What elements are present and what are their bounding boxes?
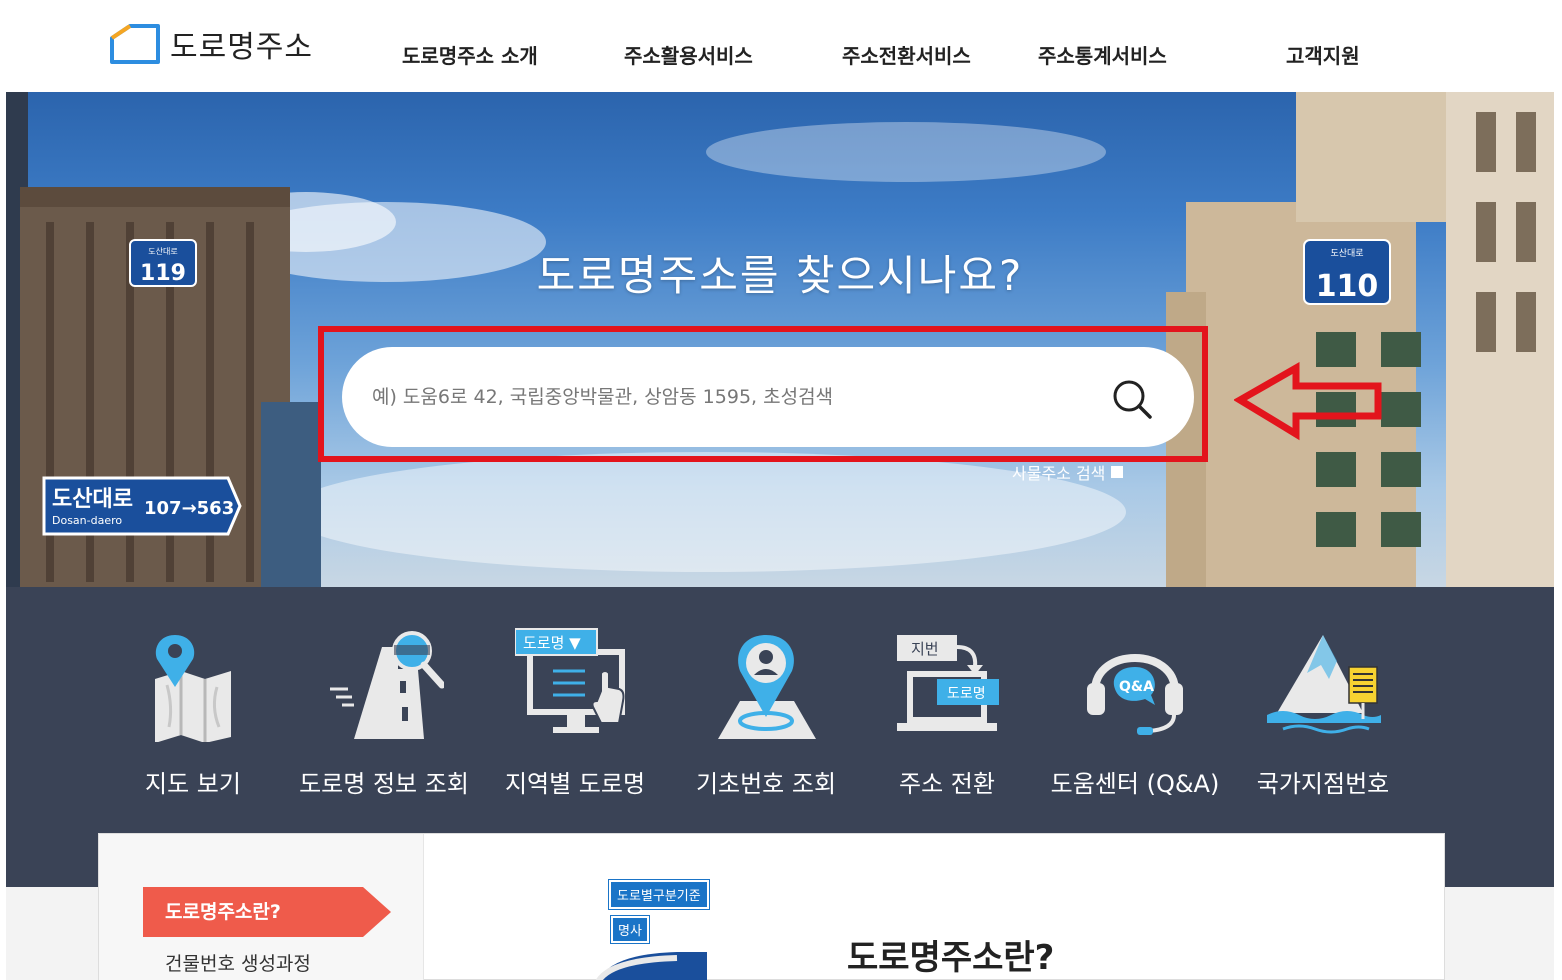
page-root: 도로명주소 도로명주소 소개 주소활용서비스 주소전환서비스 주소통계서비스 고… <box>0 0 1562 980</box>
nav-item-support[interactable]: 고객지원 <box>1286 40 1360 69</box>
svg-text:도로명 ▼: 도로명 ▼ <box>523 634 581 652</box>
svg-text:Q&A: Q&A <box>1119 679 1154 695</box>
address-convert-icon: 지번 도로명 <box>887 627 1007 742</box>
address-search-input[interactable] <box>372 347 1092 447</box>
headset-icon: Q&A <box>1075 627 1195 742</box>
intro-card: 도로명주소란? 건물번호 생성과정 도로별구분기준 명사 도로명주소란? <box>98 833 1445 980</box>
region-road-icon: 도로명 ▼ <box>514 627 635 742</box>
svg-text:도로명: 도로명 <box>947 686 986 702</box>
quick-item-label: 지역별 도로명 <box>504 770 646 798</box>
map-icon <box>133 627 253 743</box>
quick-item-label: 기초번호 조회 <box>695 770 837 798</box>
quick-item-address-conversion[interactable]: 지번 도로명 주소 전환 <box>852 627 1042 799</box>
object-address-search-option[interactable]: 사물주소 검색 <box>1012 460 1124 484</box>
side-tab-what-is-road-address[interactable]: 도로명주소란? <box>143 887 391 937</box>
quick-item-national-point[interactable]: 국가지점번호 <box>1228 627 1418 799</box>
nav-item-address-stats[interactable]: 주소통계서비스 <box>1038 40 1167 69</box>
quick-item-road-info[interactable]: 도로명 정보 조회 <box>289 627 479 799</box>
object-address-search-label: 사물주소 검색 <box>1012 464 1106 483</box>
search-button[interactable] <box>1110 377 1154 421</box>
intro-heading: 도로명주소란? <box>847 938 1055 978</box>
quick-item-label: 지도 보기 <box>145 770 241 798</box>
search-bar <box>342 347 1194 447</box>
quick-item-base-number[interactable]: 기초번호 조회 <box>671 627 861 799</box>
location-pin-icon <box>706 627 826 742</box>
svg-text:107→563: 107→563 <box>144 498 234 519</box>
quick-item-label: 도움센터 (Q&A) <box>1050 770 1220 798</box>
road-division-badge: 도로별구분기준 <box>608 879 710 910</box>
intro-side-menu: 도로명주소란? 건물번호 생성과정 <box>99 834 424 980</box>
road-search-icon <box>324 627 446 742</box>
quick-item-regional-road[interactable]: 도로명 ▼ 지역별 도로명 <box>480 627 670 799</box>
road-name-sign: 도산대로 Dosan-daero 107→563 <box>42 476 242 536</box>
nav-item-address-usage[interactable]: 주소활용서비스 <box>624 40 753 69</box>
quick-item-label: 도로명 정보 조회 <box>299 770 469 798</box>
mountain-icon <box>1263 627 1383 742</box>
side-tab-building-number-process[interactable]: 건물번호 생성과정 <box>165 949 311 976</box>
svg-text:Dosan-daero: Dosan-daero <box>52 514 122 527</box>
search-icon <box>1113 380 1152 419</box>
red-arrow-annotation-icon <box>1234 362 1382 441</box>
svg-text:지번: 지번 <box>911 640 939 658</box>
site-header: 도로명주소 도로명주소 소개 주소활용서비스 주소전환서비스 주소통계서비스 고… <box>0 0 1562 92</box>
main-nav: 도로명주소 소개 주소활용서비스 주소전환서비스 주소통계서비스 고객지원 <box>0 40 1562 70</box>
quick-item-label: 주소 전환 <box>899 770 995 798</box>
quick-item-label: 국가지점번호 <box>1256 770 1390 798</box>
svg-text:도산대로: 도산대로 <box>52 487 133 512</box>
nav-item-address-convert[interactable]: 주소전환서비스 <box>842 40 971 69</box>
quick-item-help-center[interactable]: Q&A 도움센터 (Q&A) <box>1040 627 1230 799</box>
hero-title: 도로명주소를 찾으시나요? <box>536 251 1024 300</box>
nav-item-intro[interactable]: 도로명주소 소개 <box>402 40 538 69</box>
hero-banner: 도산대로 119 도산대로 110 도산대로 Dosan-daero 107→5… <box>6 92 1554 587</box>
quick-item-map-view[interactable]: 지도 보기 <box>98 627 288 799</box>
object-address-checkbox[interactable] <box>1111 466 1124 478</box>
road-sign-illustration-icon <box>595 952 707 980</box>
